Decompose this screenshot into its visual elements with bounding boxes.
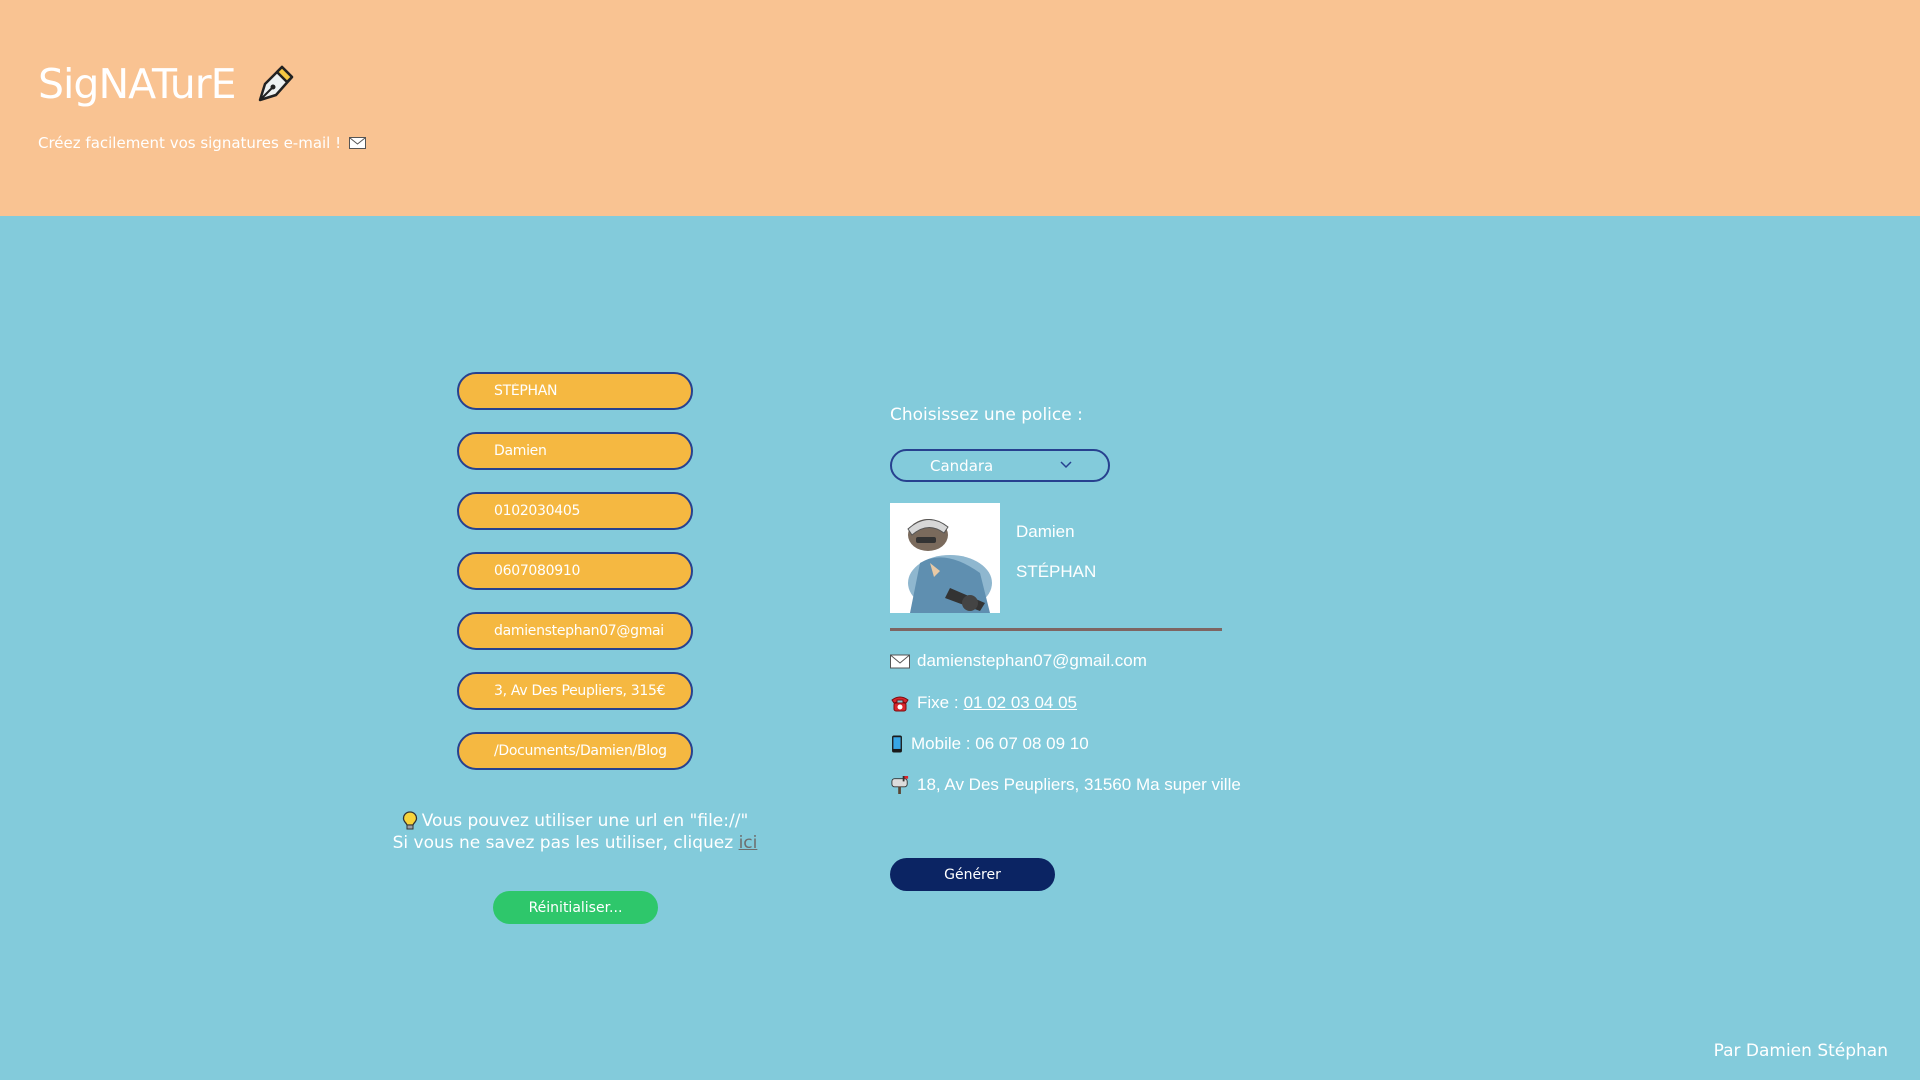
signature-mobile: Mobile : 06 07 08 09 10	[911, 734, 1089, 753]
lightbulb-icon	[402, 811, 417, 830]
signature-phone-row: Fixe : 01 02 03 04 05	[890, 693, 1077, 713]
tip-line-2: Si vous ne savez pas les utiliser, cliqu…	[370, 832, 780, 854]
signature-phone-link[interactable]: 01 02 03 04 05	[964, 693, 1077, 713]
address-input[interactable]	[457, 672, 693, 710]
signature-mobile-row: Mobile : 06 07 08 09 10	[890, 734, 1089, 754]
envelope-icon	[890, 654, 910, 669]
signature-email-row: damienstephan07@gmail.com	[890, 651, 1147, 671]
generate-button[interactable]: Générer	[890, 858, 1055, 891]
app-title: SigNATurE	[38, 60, 296, 108]
mobile-phone-icon	[892, 735, 902, 753]
phone-input[interactable]	[457, 492, 693, 530]
firstname-input[interactable]	[457, 432, 693, 470]
file-url-tip: Vous pouvez utiliser une url en "file://…	[370, 810, 780, 854]
mobile-input[interactable]	[457, 552, 693, 590]
tip-line-1: Vous pouvez utiliser une url en "file://…	[370, 810, 780, 832]
app-subtitle: Créez facilement vos signatures e-mail !	[38, 134, 367, 152]
font-select[interactable]: Candara	[890, 449, 1110, 482]
signature-lastname: STÉPHAN	[1016, 562, 1097, 581]
tip-text-2: Si vous ne savez pas les utiliser, cliqu…	[392, 833, 734, 853]
signature-divider	[890, 628, 1222, 631]
chevron-down-icon	[1060, 461, 1072, 469]
envelope-icon	[349, 137, 367, 149]
signature-address: 18, Av Des Peupliers, 31560 Ma super vil…	[917, 775, 1241, 794]
signature-address-row: 18, Av Des Peupliers, 31560 Ma super vil…	[890, 775, 1241, 795]
app-subtitle-text: Créez facilement vos signatures e-mail !	[38, 134, 342, 152]
signature-email: damienstephan07@gmail.com	[917, 651, 1147, 670]
signature-firstname: Damien	[1016, 522, 1075, 541]
font-select-value: Candara	[930, 456, 994, 475]
lastname-input[interactable]	[457, 372, 693, 410]
photo-path-input[interactable]	[457, 732, 693, 770]
font-select-label: Choisissez une police :	[890, 405, 1083, 425]
app-title-text: SigNATurE	[38, 60, 237, 108]
reset-button[interactable]: Réinitialiser...	[493, 891, 658, 924]
footer-credit: Par Damien Stéphan	[1713, 1041, 1888, 1061]
tip-text-1: Vous pouvez utiliser une url en "file://…	[421, 811, 749, 831]
telephone-icon	[891, 696, 909, 712]
mailbox-icon	[891, 776, 909, 794]
avatar	[890, 503, 1000, 613]
header-banner: SigNATurE Créez facilement vos signature…	[0, 0, 1920, 216]
email-input[interactable]	[457, 612, 693, 650]
signature-phone-label: Fixe :	[917, 693, 959, 712]
avatar-illustration	[890, 503, 1000, 613]
help-link[interactable]: ici	[739, 833, 758, 853]
pen-icon	[258, 65, 293, 102]
